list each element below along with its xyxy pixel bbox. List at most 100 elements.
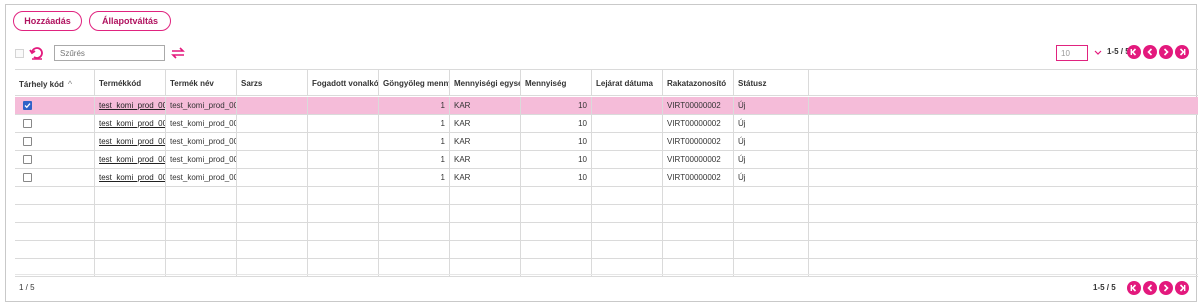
cell-termeknev-value: test_komi_prod_001: [170, 101, 237, 110]
grid-header: Tárhely kód ^ Termékkód Termék név Sarzs …: [15, 70, 1198, 96]
table-row[interactable]: test_komi_prod_005 test_komi_prod_005 1 KAR…: [15, 169, 1198, 187]
cell-sarzs: [237, 187, 308, 205]
cell-tarhely: [15, 97, 95, 115]
cell-gongyoleg-value: 1: [440, 119, 445, 128]
cell-mennyiseg-value: 10: [578, 173, 587, 182]
cell-statusz: [734, 223, 809, 241]
row-checkbox[interactable]: [23, 119, 32, 128]
cell-termeknev: test_komi_prod_001: [166, 97, 237, 115]
cell-vonalkod: [308, 115, 379, 133]
cell-vonalkod: [308, 133, 379, 151]
cell-gongyoleg: 1: [379, 115, 450, 133]
cell-vonalkod: [308, 205, 379, 223]
cell-mennyiseg-value: 10: [578, 101, 587, 110]
cell-termeknev: [166, 205, 237, 223]
cell-termekkod: [95, 223, 166, 241]
table-row[interactable]: test_komi_prod_002 test_komi_prod_002 1 KAR…: [15, 115, 1198, 133]
cell-termekkod[interactable]: test_komi_prod_003: [95, 133, 166, 151]
cell-gongyoleg: 1: [379, 169, 450, 187]
cell-tarhely: [15, 241, 95, 259]
cell-tarhely: [15, 223, 95, 241]
cell-statusz: Új: [734, 169, 809, 187]
prev-page-icon[interactable]: [1143, 45, 1157, 59]
cell-termeknev-value: test_komi_prod_005: [170, 173, 237, 182]
chevron-down-icon[interactable]: [1094, 45, 1102, 61]
cell-termekkod-value[interactable]: test_komi_prod_005: [99, 173, 165, 182]
col-header-mennyiseg[interactable]: Mennyiség: [521, 70, 592, 96]
cell-termekkod: [95, 241, 166, 259]
cell-termeknev: test_komi_prod_003: [166, 133, 237, 151]
cell-statusz: [734, 187, 809, 205]
bottom-pager: 1-5 / 5: [1093, 281, 1193, 297]
cell-termekkod-value[interactable]: test_komi_prod_002: [99, 119, 165, 128]
top-pager: 10 1-5 / 5: [1056, 45, 1191, 61]
col-header-rakat[interactable]: Rakatazonosító: [663, 70, 734, 96]
cell-statusz-value: Új: [738, 119, 746, 128]
cell-termekkod[interactable]: test_komi_prod_004: [95, 151, 166, 169]
row-checkbox[interactable]: [23, 137, 32, 146]
last-page-icon[interactable]: [1175, 45, 1189, 59]
cell-rakat: [663, 241, 734, 259]
col-header-sarzs[interactable]: Sarzs: [237, 70, 308, 96]
col-header-statusz[interactable]: Státusz: [734, 70, 809, 96]
col-header-tarhely[interactable]: Tárhely kód ^: [15, 70, 95, 96]
select-all-checkbox[interactable]: [15, 49, 24, 58]
cell-termekkod[interactable]: test_komi_prod_005: [95, 169, 166, 187]
last-page-icon[interactable]: [1175, 281, 1189, 295]
cell-sarzs: [237, 115, 308, 133]
filter-input[interactable]: [54, 45, 165, 61]
cell-gongyoleg: 1: [379, 151, 450, 169]
cell-gongyoleg: [379, 187, 450, 205]
cell-mennyiseg: 10: [521, 115, 592, 133]
row-checkbox[interactable]: [23, 155, 32, 164]
cell-sarzs: [237, 133, 308, 151]
cell-termekkod[interactable]: test_komi_prod_001: [95, 97, 166, 115]
cell-lejarat: [592, 241, 663, 259]
row-checkbox[interactable]: [23, 173, 32, 182]
cell-gongyoleg-value: 1: [440, 155, 445, 164]
table-row[interactable]: test_komi_prod_003 test_komi_prod_003 1 KAR…: [15, 133, 1198, 151]
col-header-termekkod[interactable]: Termékkód: [95, 70, 166, 96]
col-header-lejarat[interactable]: Lejárat dátuma: [592, 70, 663, 96]
cell-termekkod: [95, 205, 166, 223]
cell-termeknev-value: test_komi_prod_003: [170, 137, 237, 146]
first-page-icon[interactable]: [1127, 45, 1141, 59]
cell-lejarat: [592, 151, 663, 169]
cell-termekkod-value[interactable]: test_komi_prod_004: [99, 155, 165, 164]
col-header-termeknev[interactable]: Termék név: [166, 70, 237, 96]
next-page-icon[interactable]: [1159, 45, 1173, 59]
cell-termekkod[interactable]: test_komi_prod_002: [95, 115, 166, 133]
table-row[interactable]: test_komi_prod_001 test_komi_prod_001 1 KAR…: [15, 97, 1198, 115]
row-checkbox[interactable]: [23, 101, 32, 110]
add-button[interactable]: Hozzáadás: [13, 11, 82, 31]
col-header-egyseg[interactable]: Mennyiségi egység: [450, 70, 521, 96]
cell-egyseg: KAR: [450, 151, 521, 169]
cell-tarhely: [15, 133, 95, 151]
cell-sarzs: [237, 169, 308, 187]
cell-lejarat: [592, 169, 663, 187]
status-change-button[interactable]: Állapotváltás: [89, 11, 171, 31]
refresh-icon[interactable]: [29, 45, 45, 61]
swap-icon[interactable]: [170, 45, 186, 61]
cell-mennyiseg-value: 10: [578, 137, 587, 146]
cell-rakat: [663, 223, 734, 241]
col-header-vonalkod[interactable]: Fogadott vonalkód: [308, 70, 379, 96]
cell-mennyiseg: [521, 205, 592, 223]
page-size-select[interactable]: 10: [1056, 45, 1088, 61]
cell-egyseg-value: KAR: [454, 101, 471, 110]
cell-mennyiseg: [521, 187, 592, 205]
first-page-icon[interactable]: [1127, 281, 1141, 295]
table-row[interactable]: test_komi_prod_004 test_komi_prod_004 1 KAR…: [15, 151, 1198, 169]
cell-termeknev-value: test_komi_prod_004: [170, 155, 237, 164]
cell-tarhely: [15, 187, 95, 205]
cell-termekkod-value[interactable]: test_komi_prod_003: [99, 137, 165, 146]
prev-page-icon[interactable]: [1143, 281, 1157, 295]
cell-egyseg: [450, 187, 521, 205]
next-page-icon[interactable]: [1159, 281, 1173, 295]
sort-asc-icon: ^: [67, 79, 73, 89]
cell-statusz-value: Új: [738, 137, 746, 146]
col-header-gongyoleg[interactable]: Göngyöleg mennyiség: [379, 70, 450, 96]
cell-termeknev: test_komi_prod_005: [166, 169, 237, 187]
cell-gongyoleg: [379, 223, 450, 241]
cell-termekkod-value[interactable]: test_komi_prod_001: [99, 101, 165, 110]
